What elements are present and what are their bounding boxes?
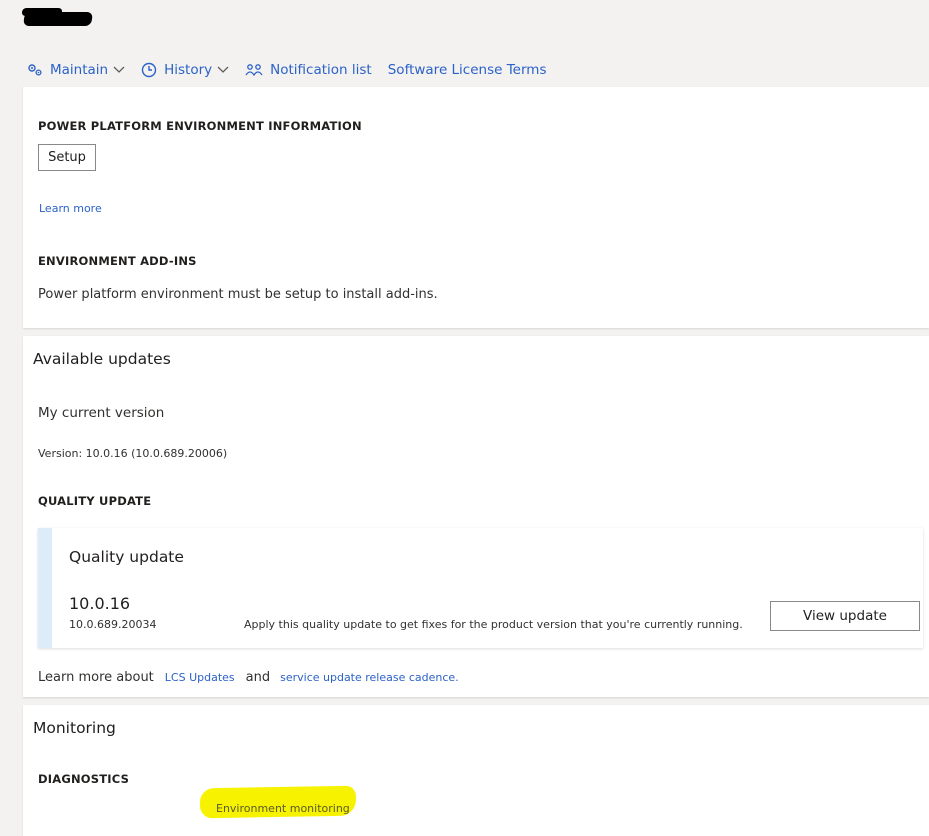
quality-update-title: Quality update: [69, 548, 184, 566]
history-menu[interactable]: History: [141, 62, 229, 78]
diagnostics-heading: DIAGNOSTICS: [38, 772, 130, 786]
service-update-cadence-link[interactable]: service update release cadence.: [280, 671, 459, 684]
quality-update-heading: QUALITY UPDATE: [38, 494, 152, 508]
addins-message: Power platform environment must be setup…: [38, 287, 438, 302]
and-text: and: [245, 670, 271, 685]
maintain-label: Maintain: [50, 62, 109, 78]
people-icon: [245, 64, 263, 77]
quality-update-description: Apply this quality update to get fixes f…: [244, 618, 743, 631]
environment-addins-heading: ENVIRONMENT ADD-INS: [38, 254, 197, 268]
view-update-button[interactable]: View update: [770, 601, 920, 631]
monitoring-title: Monitoring: [33, 719, 116, 737]
current-version-label: My current version: [38, 405, 165, 421]
notification-list-label: Notification list: [270, 62, 372, 78]
command-bar: Maintain History Notification list Softw…: [27, 60, 562, 80]
software-license-terms-link[interactable]: Software License Terms: [388, 62, 547, 78]
gears-icon: [28, 64, 42, 76]
power-platform-card: POWER PLATFORM ENVIRONMENT INFORMATION S…: [23, 87, 929, 328]
updates-footer: Learn more about LCS Updates and service…: [38, 670, 459, 685]
software-license-terms-label: Software License Terms: [387, 62, 547, 78]
available-updates-card: Available updates My current version Ver…: [23, 336, 929, 697]
learn-more-link[interactable]: Learn more: [39, 202, 102, 215]
lcs-updates-link[interactable]: LCS Updates: [165, 671, 235, 684]
learn-more-about-text: Learn more about: [38, 670, 154, 685]
quality-update-build: 10.0.689.20034: [69, 618, 157, 631]
setup-button[interactable]: Setup: [38, 144, 96, 171]
maintain-menu[interactable]: Maintain: [27, 62, 125, 78]
current-version-text: Version: 10.0.16 (10.0.689.20006): [38, 447, 228, 460]
chevron-down-icon: [217, 66, 229, 73]
available-updates-title: Available updates: [33, 350, 171, 368]
notification-list-button[interactable]: Notification list: [245, 62, 372, 78]
chevron-down-icon: [113, 66, 125, 73]
clock-icon: [141, 62, 157, 78]
page-title-redacted: [23, 12, 93, 26]
environment-monitoring-link[interactable]: Environment monitoring: [216, 802, 350, 815]
monitoring-card: Monitoring DIAGNOSTICS Environment monit…: [23, 705, 929, 836]
quality-update-card: Quality update 10.0.16 10.0.689.20034 Ap…: [38, 528, 923, 648]
power-platform-heading: POWER PLATFORM ENVIRONMENT INFORMATION: [38, 119, 362, 133]
quality-update-version: 10.0.16: [69, 594, 131, 613]
history-label: History: [164, 62, 213, 78]
